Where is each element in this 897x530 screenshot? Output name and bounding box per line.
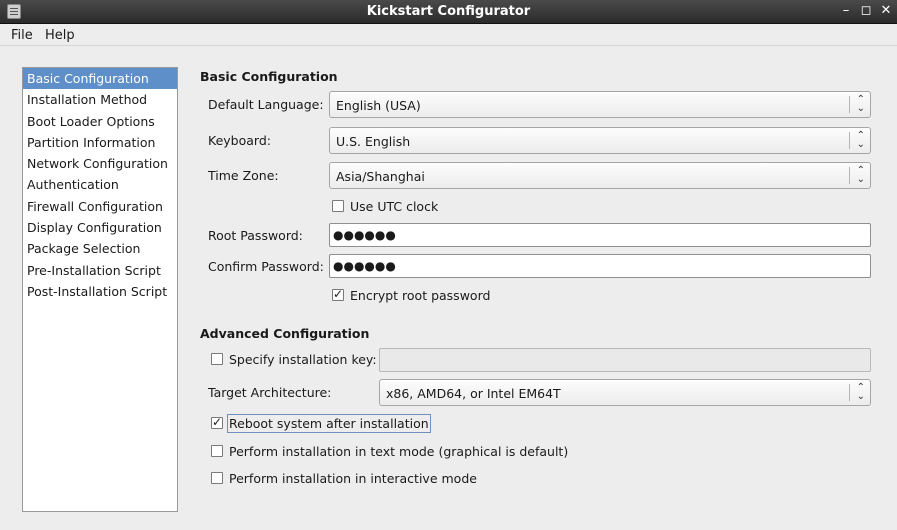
encrypt-root-password-checkbox[interactable]: ✓ xyxy=(332,287,344,301)
interactive-mode-checkbox[interactable] xyxy=(211,472,223,484)
combo-arrows-icon: ⌃ ⌄ xyxy=(856,165,865,185)
combo-separator xyxy=(849,96,850,113)
interactive-mode-label[interactable]: Perform installation in interactive mode xyxy=(229,471,477,486)
combo-arrows-icon: ⌃ ⌄ xyxy=(856,130,865,150)
window-title: Kickstart Configurator xyxy=(366,4,531,19)
sidebar-item-pre-installation-script[interactable]: Pre-Installation Script xyxy=(23,260,177,281)
root-password-label: Root Password: xyxy=(208,228,303,243)
target-architecture-combo[interactable]: x86, AMD64, or Intel EM64T ⌃ ⌄ xyxy=(379,379,871,406)
checkmark-icon: ✓ xyxy=(333,287,344,301)
sidebar-item-firewall-configuration[interactable]: Firewall Configuration xyxy=(23,196,177,217)
confirm-password-label: Confirm Password: xyxy=(208,259,324,274)
root-password-field[interactable]: ●●●●●● xyxy=(329,223,871,247)
installation-key-field[interactable] xyxy=(379,348,871,372)
menu-file[interactable]: File xyxy=(11,28,33,43)
sidebar-list: Basic Configuration Installation Method … xyxy=(22,67,178,512)
specify-installation-key-checkbox[interactable] xyxy=(211,353,223,365)
menu-bar: File Help xyxy=(0,24,897,46)
sidebar-item-post-installation-script[interactable]: Post-Installation Script xyxy=(23,281,177,302)
combo-separator xyxy=(849,384,850,401)
sidebar-item-authentication[interactable]: Authentication xyxy=(23,174,177,195)
checkmark-icon: ✓ xyxy=(212,415,223,429)
sidebar-item-display-configuration[interactable]: Display Configuration xyxy=(23,217,177,238)
specify-installation-key-label[interactable]: Specify installation key: xyxy=(229,352,377,367)
title-bar: Kickstart Configurator – ◻ ✕ xyxy=(0,0,897,24)
encrypt-root-password-label[interactable]: Encrypt root password xyxy=(350,288,490,303)
confirm-password-field[interactable]: ●●●●●● xyxy=(329,254,871,278)
sidebar-item-installation-method[interactable]: Installation Method xyxy=(23,89,177,110)
confirm-password-value: ●●●●●● xyxy=(333,259,396,273)
basic-configuration-heading: Basic Configuration xyxy=(200,69,338,84)
text-mode-checkbox[interactable] xyxy=(211,445,223,457)
root-password-value: ●●●●●● xyxy=(333,228,396,242)
use-utc-clock-checkbox[interactable] xyxy=(332,200,344,212)
combo-separator xyxy=(849,167,850,184)
minimize-button[interactable]: – xyxy=(838,3,854,18)
combo-arrows-icon: ⌃ ⌄ xyxy=(856,382,865,402)
sidebar-item-boot-loader-options[interactable]: Boot Loader Options xyxy=(23,111,177,132)
time-zone-combo[interactable]: Asia/Shanghai ⌃ ⌄ xyxy=(329,162,871,189)
target-architecture-label: Target Architecture: xyxy=(208,385,332,400)
combo-arrows-icon: ⌃ ⌄ xyxy=(856,94,865,114)
keyboard-combo[interactable]: U.S. English ⌃ ⌄ xyxy=(329,127,871,154)
menu-help[interactable]: Help xyxy=(45,28,75,43)
sidebar-item-package-selection[interactable]: Package Selection xyxy=(23,238,177,259)
text-mode-label[interactable]: Perform installation in text mode (graph… xyxy=(229,444,568,459)
keyboard-value: U.S. English xyxy=(336,134,411,149)
advanced-configuration-heading: Advanced Configuration xyxy=(200,326,370,341)
default-language-label: Default Language: xyxy=(208,97,324,112)
close-button[interactable]: ✕ xyxy=(878,3,894,18)
time-zone-label: Time Zone: xyxy=(208,168,279,183)
reboot-after-installation-label[interactable]: Reboot system after installation xyxy=(227,414,431,433)
reboot-after-installation-checkbox[interactable]: ✓ xyxy=(211,415,223,429)
keyboard-label: Keyboard: xyxy=(208,133,271,148)
default-language-combo[interactable]: English (USA) ⌃ ⌄ xyxy=(329,91,871,118)
maximize-button[interactable]: ◻ xyxy=(858,3,874,18)
time-zone-value: Asia/Shanghai xyxy=(336,169,425,184)
default-language-value: English (USA) xyxy=(336,98,421,113)
sidebar-item-basic-configuration[interactable]: Basic Configuration xyxy=(23,68,177,90)
sidebar-item-network-configuration[interactable]: Network Configuration xyxy=(23,153,177,174)
target-architecture-value: x86, AMD64, or Intel EM64T xyxy=(386,386,561,401)
combo-separator xyxy=(849,132,850,149)
sidebar-item-partition-information[interactable]: Partition Information xyxy=(23,132,177,153)
use-utc-clock-label[interactable]: Use UTC clock xyxy=(350,199,438,214)
